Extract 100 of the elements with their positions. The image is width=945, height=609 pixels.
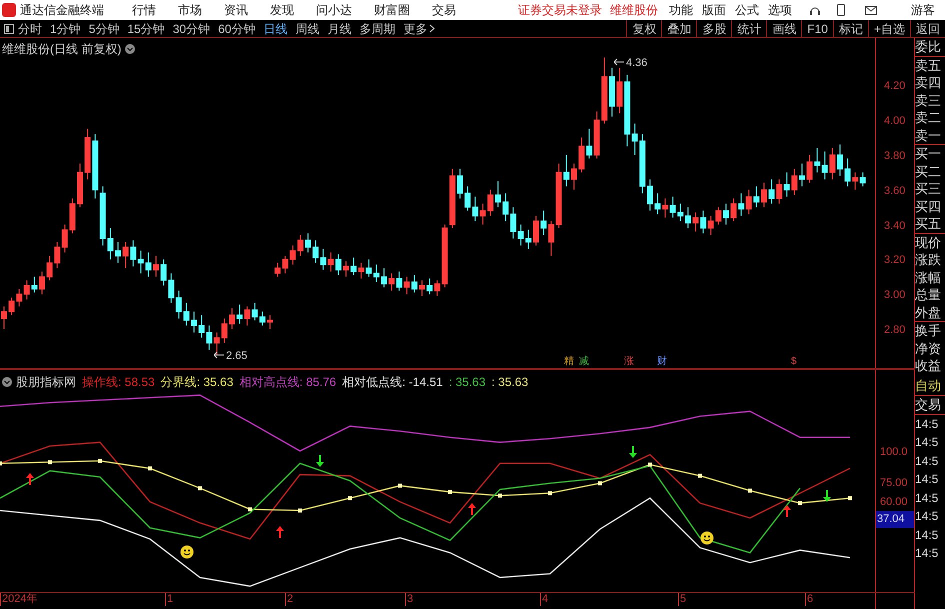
period-tab[interactable]: 日线 [263,20,288,38]
quote-field-label: 卖二 [915,109,942,126]
quote-field-label: 涨幅 [915,268,942,286]
date-axis-label: 3 [405,593,414,606]
event-mark[interactable]: 涨 [623,354,635,369]
legend-value: 操作线: 58.53 [82,374,155,391]
event-mark[interactable]: 减 [578,354,590,369]
tool-menu-item[interactable]: 功能 [669,1,693,19]
legend-value: 相对低点线: -14.51 [342,374,443,391]
menu-item[interactable]: 市场 [178,1,202,19]
legend-value: 相对高点线: 85.76 [239,374,336,391]
candlestick [396,271,402,292]
toolbar-button[interactable]: 多股 [696,20,732,37]
price-tick: 3.00 [884,288,906,304]
date-axis-label: 1 [165,593,174,606]
menu-item[interactable]: 资讯 [224,1,248,19]
candlestick [358,262,364,280]
legend-value: : 35.63 [492,374,528,391]
chevron-down-icon[interactable] [125,44,136,54]
candlestick [692,212,699,232]
toolbar-button[interactable]: 标记 [832,20,868,37]
phone-icon[interactable] [837,4,845,16]
panel-toggle-icon[interactable] [4,24,14,34]
legend-value: : 35.63 [448,374,486,391]
candlestick [267,314,273,330]
period-tab[interactable]: 60分钟 [218,20,256,38]
menu-item[interactable]: 问小达 [316,1,352,19]
quote-field-label: 买一 [915,145,942,162]
quote-field-label: 卖五 [915,56,942,74]
event-mark[interactable]: $ [790,354,798,369]
menu-item[interactable]: 交易 [432,1,456,19]
period-tab[interactable]: 5分钟 [88,20,120,38]
toolbar-button[interactable]: +自选 [868,20,910,37]
quote-field-label: 卖四 [915,74,942,92]
toolbar-button[interactable]: 画线 [766,20,802,37]
candlestick [746,189,752,215]
candlestick [31,276,38,293]
candlestick [791,168,798,196]
toolbar-button[interactable]: 返回 [910,20,945,37]
quote-field-label: 委比 [915,38,945,56]
date-axis-label: 2 [285,593,294,606]
candlestick [350,257,357,276]
chevron-down-icon[interactable] [2,377,12,387]
high-price-label: 4.36 [626,56,648,71]
toolbar-button[interactable]: 统计 [731,20,766,37]
toolbar-button[interactable]: 复权 [626,20,662,37]
toolbar-button[interactable]: F10 [801,20,833,37]
candlestick [586,128,592,159]
low-price-label: 2.65 [226,349,248,364]
period-tab[interactable]: 多周期 [359,20,396,38]
period-tab[interactable]: 30分钟 [172,20,210,38]
chart-title: 维维股份(日线 前复权) [2,41,122,58]
arrow-up-icon [276,526,284,538]
more-button[interactable]: 更多 [403,20,436,38]
arrow-up-icon [468,503,476,515]
trade-label: 交易 [915,396,945,414]
stock-name-label: 维维股份 [610,2,658,19]
quote-field-label: 换手 [915,322,942,340]
arrow-up-icon [783,505,791,517]
event-mark[interactable]: 财 [656,354,668,369]
candlestick [335,254,342,276]
period-tab[interactable]: 15分钟 [127,20,165,38]
period-tab[interactable]: 月线 [327,20,352,38]
date-axis-label: 6 [805,593,814,606]
candlestick [244,306,250,326]
candlestick [328,252,334,272]
candlestick [419,280,425,296]
menu-item[interactable]: 财富圈 [374,1,410,19]
login-status: 证券交易未登录 [518,2,602,19]
candlestick [533,215,539,246]
candlestick [700,210,706,234]
candlestick [153,255,159,278]
app-title: 通达信金融终端 [20,2,104,19]
event-mark[interactable]: 精 [563,354,575,369]
candlestick [784,172,790,198]
arrow-down-icon [629,446,637,458]
quote-field-label: 卖一 [915,126,945,145]
candlestick [563,154,570,187]
trade-time: 14:5 [915,526,940,544]
indicator-tick: 60.00 [880,494,908,510]
price-tick: 4.20 [884,79,906,94]
tool-menu-item[interactable]: 版面 [702,1,726,19]
period-tab[interactable]: 分时 [18,20,42,38]
menu-item[interactable]: 发现 [270,1,294,19]
arrow-down-icon [823,490,831,502]
period-tab[interactable]: 周线 [295,20,320,38]
menu-item[interactable]: 行情 [132,1,156,19]
period-tab[interactable]: 1分钟 [50,20,81,38]
candlestick [130,240,136,267]
quote-field-label: 总量 [915,286,942,304]
candlestick [738,192,744,216]
candlestick [822,150,828,180]
tool-menu-item[interactable]: 选项 [768,1,792,19]
quote-field-label: 涨跌 [915,251,942,268]
toolbar-button[interactable]: 叠加 [661,20,696,37]
mail-icon[interactable] [865,6,877,14]
pointer-arrow-icon [614,58,624,66]
tool-menu-item[interactable]: 公式 [735,1,759,19]
candlestick [426,278,433,295]
guest-user[interactable]: 游客 [911,1,935,19]
